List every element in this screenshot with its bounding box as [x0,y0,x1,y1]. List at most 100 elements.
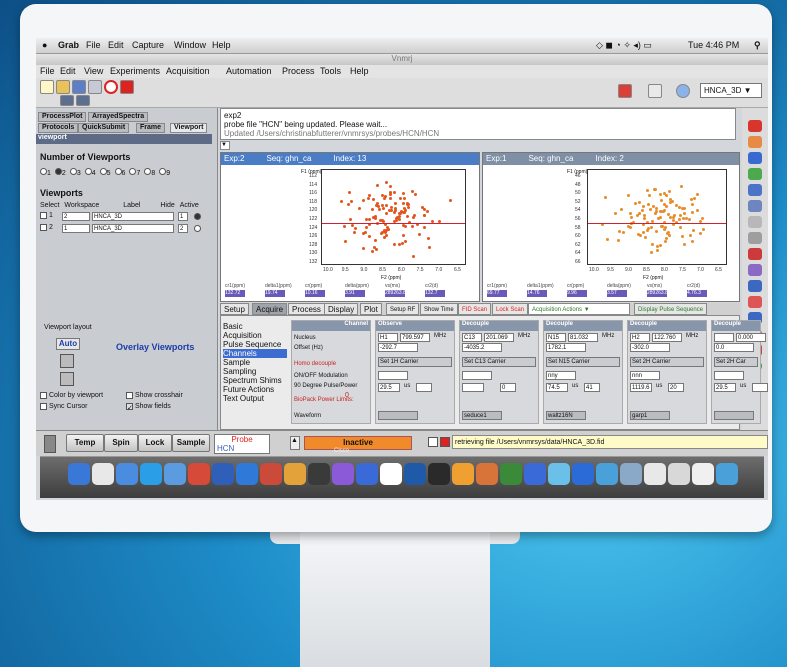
dock-app-icon[interactable] [380,463,402,485]
message-toggle-icon[interactable]: ▼ [220,141,230,150]
set-carrier-button[interactable]: Set N15 Carrier [546,357,620,367]
show-crosshair[interactable]: Show crosshair [126,392,183,399]
dock-app-icon[interactable] [668,463,690,485]
power-field[interactable]: 20 [668,383,684,392]
layout-rows-icon[interactable] [60,354,74,368]
overlay-viewports-button[interactable]: Overlay Viewports [116,342,194,352]
tab-frame[interactable]: Frame [136,123,166,133]
sync-cursor[interactable]: Sync Cursor [40,403,87,410]
offset-field[interactable]: -302.0 [630,343,670,352]
app-menu-experiments[interactable]: Experiments [110,66,160,76]
modulation-field[interactable]: nnn [630,371,660,380]
menu-edit[interactable]: Edit [108,40,124,50]
search-icon[interactable] [748,184,762,196]
param-nav-item[interactable]: Acquisition [223,331,287,340]
spotlight-icon[interactable]: ⚲ [754,40,761,51]
tab-quicksubmit[interactable]: QuickSubmit [78,123,130,133]
auto-button[interactable]: Auto [56,338,80,350]
param-nav-item[interactable]: Basic [223,322,287,331]
set-carrier-button[interactable]: Set 2H Car [714,357,758,367]
viewport-count-3[interactable]: 3 [69,168,81,177]
modulation-field[interactable] [714,371,744,380]
frequency-field[interactable]: 81.032 [568,333,598,342]
phase-icon[interactable] [748,168,762,180]
dock-app-icon[interactable] [188,463,210,485]
tab-protocols[interactable]: Protocols [38,123,79,133]
print-icon[interactable] [88,80,102,94]
frequency-field[interactable]: 201.069 [484,333,514,342]
viewport-count-4[interactable]: 4 [84,168,96,177]
viewport-count-9[interactable]: 9 [159,168,170,177]
dock-app-icon[interactable] [404,463,426,485]
menu-window[interactable]: Window [174,40,206,50]
pulse-width-field[interactable] [462,383,484,392]
dock-app-icon[interactable] [500,463,522,485]
row1-index[interactable]: 1 [178,212,188,221]
chart-icon[interactable] [648,84,662,98]
frequency-field[interactable]: 122.760 [652,333,682,342]
dock-app-icon[interactable] [260,463,282,485]
stop-icon[interactable] [104,80,118,94]
dock-app-icon[interactable] [596,463,618,485]
dock-app-icon[interactable] [692,463,714,485]
print-view-icon[interactable] [748,216,762,228]
param-nav-item[interactable]: Future Actions [223,385,287,394]
param-nav-item[interactable]: Spectrum Shims [223,376,287,385]
viewport-count-1[interactable]: 1 [40,168,51,177]
param-nav-item[interactable]: Sampling [223,367,287,376]
run-arrow-icon[interactable]: ▲ [290,436,300,450]
spin-button[interactable]: Spin [104,434,138,452]
dock-app-icon[interactable] [548,463,570,485]
graph1-plot-area[interactable] [321,169,466,265]
param-nav-item[interactable]: Pulse Sequence [223,340,287,349]
app-menu-automation[interactable]: Automation [226,66,272,76]
apple-icon[interactable]: ● [42,40,47,50]
viewport-count-5[interactable]: 5 [99,168,111,177]
tab-arrayedspectra[interactable]: ArrayedSpectra [88,112,149,122]
menu-grab[interactable]: Grab [58,40,79,50]
dock-app-icon[interactable] [356,463,378,485]
dock-app-icon[interactable] [644,463,666,485]
menu-capture[interactable]: Capture [132,40,164,50]
nucleus-field[interactable]: C13 [462,333,482,342]
row2-workspace-field[interactable]: 1 [62,224,90,233]
offset-field[interactable]: 1782.1 [546,343,586,352]
grid-icon[interactable] [748,152,762,164]
new-icon[interactable] [40,80,54,94]
frequency-field[interactable]: 799.597 [400,333,430,342]
temp-button[interactable]: Temp [66,434,104,452]
viewport-icon[interactable] [60,95,74,106]
power-field[interactable] [416,383,432,392]
viewport-count-2[interactable]: 2 [54,168,66,177]
app-menu-view[interactable]: View [84,66,103,76]
viewport-count-7[interactable]: 7 [129,168,140,177]
row2-select-checkbox[interactable] [40,224,47,231]
probe-box[interactable]: Probe HCN [214,434,270,454]
modulation-field[interactable] [462,371,492,380]
set-carrier-button[interactable]: Set 2H Carrier [630,357,704,367]
row1-active-radio[interactable] [194,213,201,220]
waveform-field[interactable]: garp1 [630,411,670,420]
graph-viewport-1[interactable]: Exp:2 Seq: ghn_ca Index: 13 F1 (ppm) F2 (p… [220,152,480,302]
dock-app-icon[interactable] [524,463,546,485]
modulation-field[interactable] [378,371,408,380]
peak-icon[interactable] [748,296,762,308]
app-menu-process[interactable]: Process [282,66,315,76]
lock-button[interactable]: Lock [138,434,172,452]
save-icon[interactable] [72,80,86,94]
set-carrier-button[interactable]: Set 1H Carrier [378,357,452,367]
dock-app-icon[interactable] [236,463,258,485]
param-nav-item[interactable]: Sample [223,358,287,367]
viewport-count-6[interactable]: 6 [114,168,125,177]
power-field[interactable]: 41 [584,383,600,392]
status-checkbox[interactable] [428,437,438,447]
modulation-field[interactable]: nny [546,371,576,380]
show-fields[interactable]: ✓ Show fields [126,403,171,412]
flag-icon[interactable] [618,84,632,98]
dock-app-icon[interactable] [428,463,450,485]
reset-icon[interactable] [748,200,762,212]
graph-viewport-2[interactable]: Exp:1 Seq: ghn_ca Index: 2 F1 (ppm) F2 (pp… [482,152,740,302]
offset-field[interactable]: -292.7 [378,343,418,352]
dock-app-icon[interactable] [452,463,474,485]
waveform-field[interactable]: waltz16N [546,411,586,420]
